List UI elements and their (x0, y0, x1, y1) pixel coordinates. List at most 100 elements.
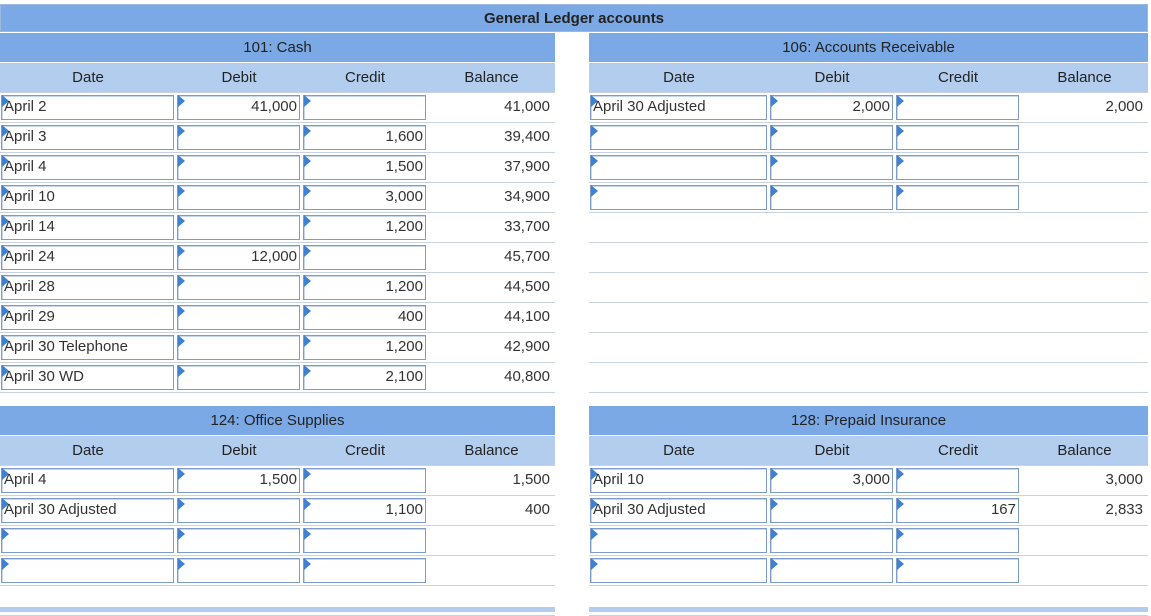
debit-input[interactable] (177, 275, 300, 300)
date-input[interactable] (590, 155, 767, 180)
debit-input[interactable] (177, 305, 300, 330)
debit-input[interactable] (177, 558, 300, 583)
debit-input[interactable] (177, 185, 300, 210)
credit-input[interactable] (896, 558, 1019, 583)
credit-input[interactable] (896, 125, 1019, 150)
debit-input[interactable] (770, 185, 893, 210)
date-value: April 10 (4, 188, 55, 205)
debit-input[interactable] (770, 528, 893, 553)
balance-value: 45,700 (504, 248, 550, 265)
date-cell (589, 183, 769, 212)
debit-value: 41,000 (251, 98, 297, 115)
credit-input[interactable] (303, 245, 426, 270)
credit-input[interactable] (896, 95, 1019, 120)
date-input[interactable] (1, 528, 174, 553)
debit-input[interactable] (770, 125, 893, 150)
column-header-balance: Balance (464, 69, 519, 86)
date-input[interactable] (1, 558, 174, 583)
date-cell: April 30 Telephone (0, 333, 176, 362)
debit-input[interactable] (177, 365, 300, 390)
date-cell: April 29 (0, 303, 176, 332)
empty-row (589, 243, 1148, 273)
date-input[interactable] (590, 558, 767, 583)
date-value: April 10 (593, 471, 644, 488)
empty-row (589, 213, 1148, 243)
debit-cell (769, 496, 895, 525)
credit-cell (895, 526, 1021, 555)
ledger-row (589, 183, 1148, 213)
debit-input[interactable] (177, 155, 300, 180)
dropdown-marker-icon (178, 335, 185, 347)
debit-input[interactable] (177, 125, 300, 150)
credit-input[interactable] (896, 185, 1019, 210)
debit-input[interactable] (177, 498, 300, 523)
debit-cell (176, 303, 302, 332)
dropdown-marker-icon (591, 155, 598, 167)
dropdown-marker-icon (304, 335, 311, 347)
date-cell: April 10 (589, 466, 769, 495)
dropdown-marker-icon (591, 185, 598, 197)
dropdown-marker-icon (771, 498, 778, 510)
balance-value: 1,500 (512, 471, 550, 488)
ledger-row: April 30 Adjusted 167 2,833 (589, 496, 1148, 526)
balance-value: 34,900 (504, 188, 550, 205)
balance-value: 400 (524, 501, 550, 518)
date-cell: April 30 WD (0, 363, 176, 392)
credit-input[interactable] (303, 558, 426, 583)
dropdown-marker-icon (771, 558, 778, 570)
balance-cell (428, 556, 555, 585)
ledger-row: April 2 41,000 41,000 (0, 93, 555, 123)
dropdown-marker-icon (178, 365, 185, 377)
debit-input[interactable] (770, 498, 893, 523)
dropdown-marker-icon (591, 558, 598, 570)
date-input[interactable] (590, 125, 767, 150)
ledger-row: April 30 Telephone 1,200 42,900 (0, 333, 555, 363)
credit-value: 400 (397, 308, 423, 325)
balance-cell: 44,500 (428, 273, 555, 302)
debit-cell (176, 363, 302, 392)
ledger-row (589, 556, 1148, 586)
debit-input[interactable] (770, 155, 893, 180)
balance-cell: 2,000 (1021, 93, 1148, 122)
debit-input[interactable] (177, 335, 300, 360)
date-cell: April 4 (0, 466, 176, 495)
dropdown-marker-icon (771, 125, 778, 137)
balance-cell: 42,900 (428, 333, 555, 362)
date-cell: April 2 (0, 93, 176, 122)
debit-input[interactable] (177, 215, 300, 240)
account-accounts-receivable: 106: Accounts Receivable Date Debit Credit B… (589, 33, 1148, 393)
credit-value: 1,100 (385, 501, 423, 518)
date-value: April 3 (4, 128, 47, 145)
credit-input[interactable] (896, 155, 1019, 180)
credit-cell: 1,200 (302, 273, 428, 302)
date-cell: April 30 Adjusted (589, 496, 769, 525)
credit-input[interactable] (303, 528, 426, 553)
debit-value: 2,000 (852, 98, 890, 115)
balance-cell: 44,100 (428, 303, 555, 332)
credit-input[interactable] (896, 528, 1019, 553)
column-header-balance: Balance (464, 442, 519, 459)
account-cash: 101: Cash Date Debit Credit Balance April 2 41… (0, 33, 555, 423)
credit-cell (895, 556, 1021, 585)
credit-cell (302, 556, 428, 585)
debit-input[interactable] (770, 558, 893, 583)
balance-cell: 1,500 (428, 466, 555, 495)
balance-cell: 39,400 (428, 123, 555, 152)
empty-row (589, 363, 1148, 393)
date-input[interactable] (590, 185, 767, 210)
ledger-row (589, 153, 1148, 183)
debit-input[interactable] (177, 528, 300, 553)
dropdown-marker-icon (897, 185, 904, 197)
credit-input[interactable] (303, 95, 426, 120)
debit-cell: 12,000 (176, 243, 302, 272)
debit-cell: 2,000 (769, 93, 895, 122)
dropdown-marker-icon (897, 125, 904, 137)
credit-input[interactable] (303, 468, 426, 493)
column-header-credit: Credit (344, 69, 385, 86)
column-header-credit: Credit (937, 69, 978, 86)
dropdown-marker-icon (178, 95, 185, 107)
date-input[interactable] (590, 528, 767, 553)
credit-input[interactable] (896, 468, 1019, 493)
column-header-date: Date (663, 69, 695, 86)
dropdown-marker-icon (178, 185, 185, 197)
